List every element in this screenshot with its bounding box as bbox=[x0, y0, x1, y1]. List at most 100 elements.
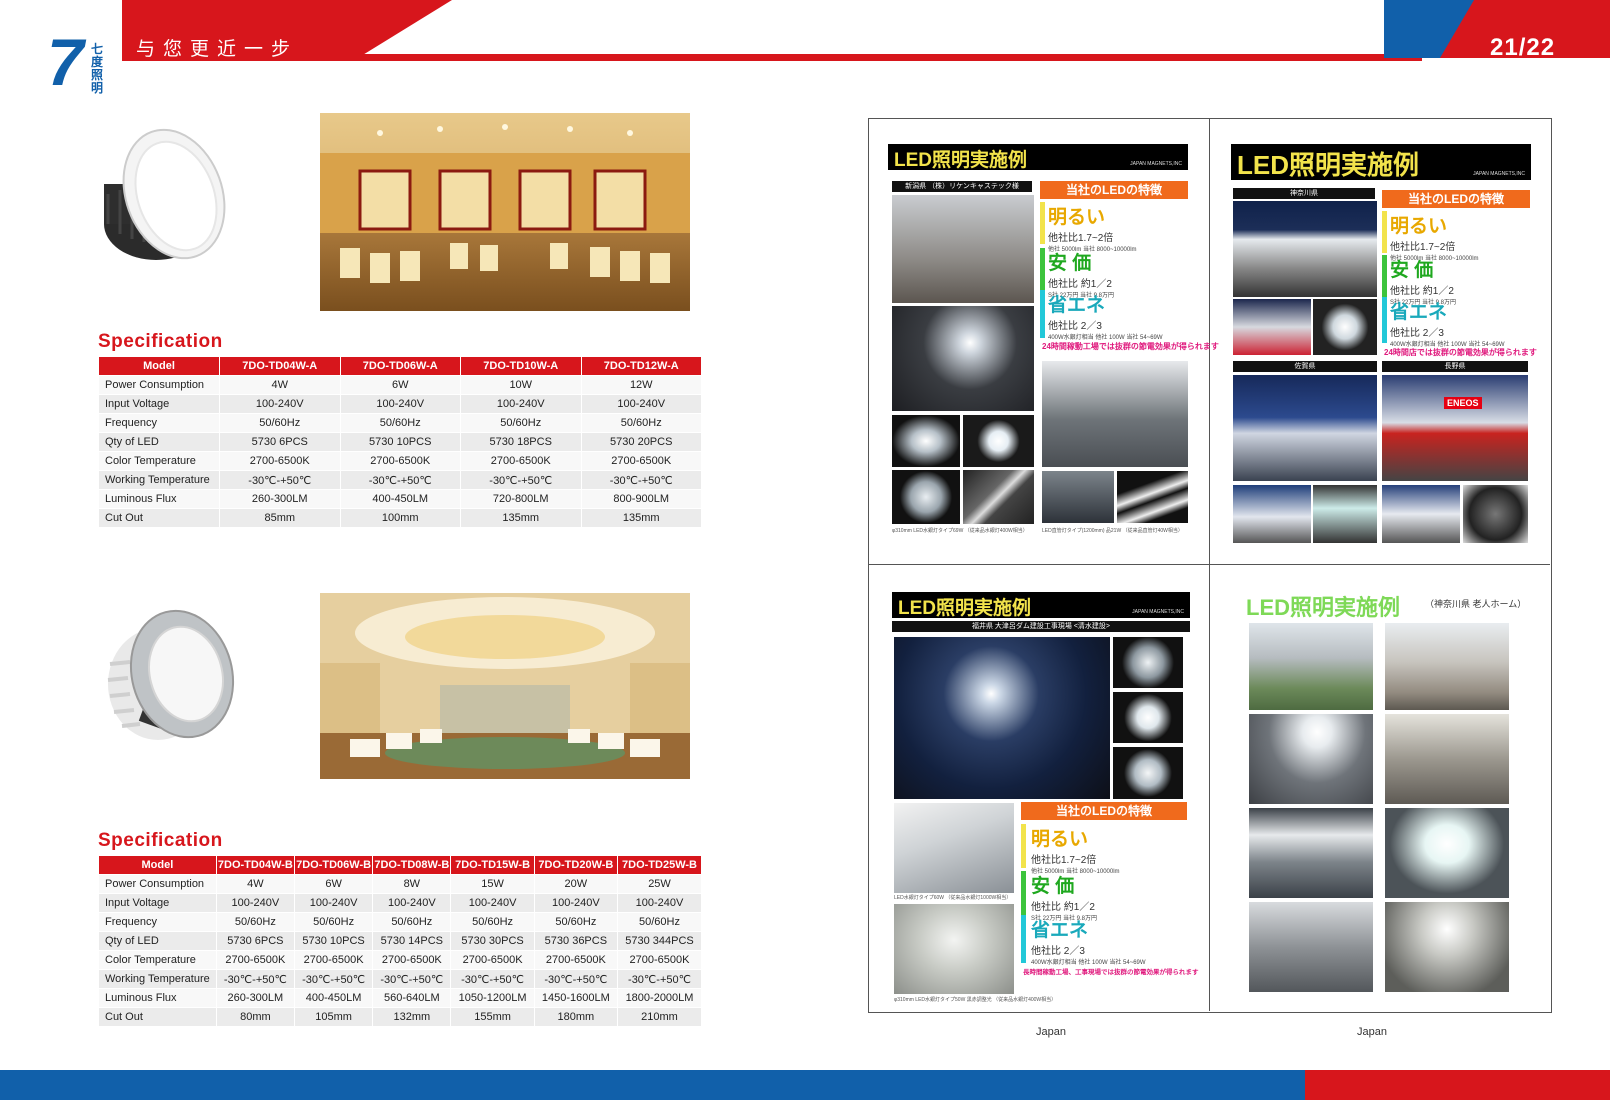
table-cell: 50/60Hz bbox=[219, 413, 341, 433]
table-row: Input Voltage 100-240V 100-240V 100-240V 100… bbox=[98, 394, 702, 414]
table-cell: 2700-6500K bbox=[580, 451, 702, 471]
table-cell: 100-240V bbox=[339, 394, 461, 414]
panel-2-location-1: 神奈川県 bbox=[1233, 188, 1375, 199]
table-cell: 15W bbox=[450, 874, 535, 894]
downlight-b-image bbox=[107, 609, 235, 740]
row-label: Luminous Flux bbox=[98, 489, 220, 509]
table-cell: 2700-6500K bbox=[372, 950, 452, 970]
table-row: Color Temperature 2700-6500K 2700-6500K 270… bbox=[98, 451, 702, 471]
worker-photo bbox=[1042, 471, 1114, 523]
table-cell: 1800-2000LM bbox=[617, 988, 702, 1008]
table-cell: 5730 18PCS bbox=[460, 432, 582, 452]
panel-1-location: 新潟県 （株）リケンキャステック様 bbox=[892, 181, 1032, 192]
table-cell: -30℃-+50℃ bbox=[339, 470, 461, 490]
feature-detail: 400W水銀灯相当 他社 100W 当社 54~69W bbox=[1048, 335, 1163, 341]
table-cell: 400-450LM bbox=[339, 489, 461, 509]
table-cell: 2700-6500K bbox=[339, 451, 461, 471]
table-cell: 10W bbox=[460, 375, 582, 395]
feature-subtitle: 他社比 2／3 bbox=[1048, 321, 1102, 332]
panel-3-feature-head: 当社のLEDの特徴 bbox=[1021, 802, 1187, 820]
table-cell: 5730 10PCS bbox=[293, 931, 374, 951]
table-cell: 4W bbox=[215, 874, 295, 894]
table-cell: 155mm bbox=[450, 1007, 535, 1027]
page-number: 21/22 bbox=[1490, 34, 1556, 61]
table-cell: -30℃-+50℃ bbox=[372, 969, 452, 989]
table-cell: 135mm bbox=[460, 508, 582, 528]
panel-3-caption-1: LED水銀灯タイプ60W （従来品水銀灯1000W相当） bbox=[894, 895, 1012, 901]
table-row: Working Temperature -30℃-+50℃ -30℃-+50℃ -30… bbox=[98, 969, 702, 989]
canopy-photo bbox=[1382, 485, 1460, 543]
table-cell: 5730 14PCS bbox=[372, 931, 452, 951]
spec-a-col-model-3: 7DO-TD10W-A bbox=[460, 356, 582, 376]
table-row: Qty of LED 5730 6PCS 5730 10PCS 5730 18PCS 5… bbox=[98, 432, 702, 452]
feature-subtitle: 他社比 2／3 bbox=[1031, 946, 1085, 957]
table-row: Frequency 50/60Hz 50/60Hz 50/60Hz 50/60Hz bbox=[98, 413, 702, 433]
spec-b-col-model-1: 7DO-TD04W-B bbox=[215, 855, 295, 875]
table-cell: 100-240V bbox=[617, 893, 702, 913]
spec-a-col-model: Model bbox=[98, 356, 220, 376]
ceiling-light-photo-3 bbox=[1385, 808, 1509, 898]
panel-2-company: JAPAN MAGNETS,INC bbox=[1473, 171, 1525, 177]
table-cell: 6W bbox=[293, 874, 374, 894]
table-cell: 100mm bbox=[339, 508, 461, 528]
table-cell: -30℃-+50℃ bbox=[450, 969, 535, 989]
gas-station-photo-4: ENEOS bbox=[1382, 375, 1528, 481]
spec-a-header-row: Model 7DO-TD04W-A 7DO-TD06W-A 7DO-TD10W-… bbox=[98, 356, 702, 376]
table-cell: 5730 6PCS bbox=[215, 931, 295, 951]
grid-divider-horizontal bbox=[868, 564, 1550, 565]
panel-1-feature-eco: 省エネ 他社比 2／3 400W水銀灯相当 他社 100W 当社 54~69W bbox=[1040, 290, 1188, 341]
panel-1-title: LED照明実施例 bbox=[894, 150, 1028, 171]
panel-2-feature-eco: 省エネ 他社比 2／3 400W水銀灯相当 他社 100W 当社 54~69W bbox=[1382, 297, 1530, 348]
table-cell: 180mm bbox=[533, 1007, 619, 1027]
table-cell: -30℃-+50℃ bbox=[580, 470, 702, 490]
table-cell: 100-240V bbox=[372, 893, 452, 913]
spec-b-col-model-4: 7DO-TD15W-B bbox=[450, 855, 535, 875]
row-label: Cut Out bbox=[98, 1007, 217, 1027]
feature-subtitle: 他社比 約1／2 bbox=[1048, 279, 1112, 290]
panel-2-feature-head: 当社のLEDの特徴 bbox=[1382, 190, 1530, 208]
panel-1-feature-head: 当社のLEDの特徴 bbox=[1040, 181, 1188, 199]
table-cell: 50/60Hz bbox=[460, 413, 582, 433]
panel-3-title: LED照明実施例 bbox=[898, 598, 1032, 619]
panel-2-location-3: 長野県 bbox=[1382, 361, 1528, 372]
row-label: Color Temperature bbox=[98, 451, 220, 471]
row-label: Frequency bbox=[98, 912, 217, 932]
row-label: Qty of LED bbox=[98, 432, 220, 452]
panel-3-feature-eco: 省エネ 他社比 2／3 400W水銀灯相当 他社 100W 当社 54~69W bbox=[1021, 915, 1187, 966]
table-row: Frequency 50/60Hz 50/60Hz 50/60Hz 50/60Hz 50/… bbox=[98, 912, 702, 932]
feature-title: 安 価 bbox=[1031, 876, 1075, 897]
table-cell: -30℃-+50℃ bbox=[460, 470, 582, 490]
panel-3-banner: LED照明実施例 JAPAN MAGNETS,INC bbox=[892, 592, 1190, 619]
row-label: Frequency bbox=[98, 413, 220, 433]
table-row: Power Consumption 4W 6W 8W 15W 20W 25W bbox=[98, 874, 702, 894]
header-slogan: 与您更近一步 bbox=[136, 39, 299, 60]
table-row: Power Consumption 4W 6W 10W 12W bbox=[98, 375, 702, 395]
spec-b-col-model: Model bbox=[98, 855, 217, 875]
gas-station-photo-5 bbox=[1233, 485, 1311, 543]
table-cell: 100-240V bbox=[533, 893, 619, 913]
feature-stripe bbox=[1040, 248, 1045, 290]
table-cell: 2700-6500K bbox=[450, 950, 535, 970]
table-cell: 720-800LM bbox=[460, 489, 582, 509]
table-cell: 50/60Hz bbox=[580, 413, 702, 433]
table-cell: 4W bbox=[219, 375, 341, 395]
panel-2-title: LED照明実施例 bbox=[1237, 150, 1420, 180]
table-cell: 1050-1200LM bbox=[450, 988, 535, 1008]
feature-stripe bbox=[1040, 202, 1045, 244]
ceiling-light-photo-1 bbox=[1249, 714, 1373, 804]
feature-stripe bbox=[1382, 297, 1387, 343]
row-label: Input Voltage bbox=[98, 893, 217, 913]
feature-stripe bbox=[1021, 871, 1026, 915]
row-label: Color Temperature bbox=[98, 950, 217, 970]
row-label: Power Consumption bbox=[98, 874, 217, 894]
ceiling-light-photo-2 bbox=[1249, 808, 1373, 898]
dam-site-night-photo bbox=[894, 637, 1110, 799]
spec-a-col-model-1: 7DO-TD04W-A bbox=[219, 356, 341, 376]
feature-title: 明るい bbox=[1390, 216, 1448, 237]
header-red-bar bbox=[122, 54, 1422, 61]
row-label: Working Temperature bbox=[98, 470, 220, 490]
spec-a-col-model-2: 7DO-TD06W-A bbox=[339, 356, 461, 376]
feature-title: 明るい bbox=[1031, 829, 1089, 850]
table-cell: 560-640LM bbox=[372, 988, 452, 1008]
feature-title: 安 価 bbox=[1390, 260, 1434, 281]
